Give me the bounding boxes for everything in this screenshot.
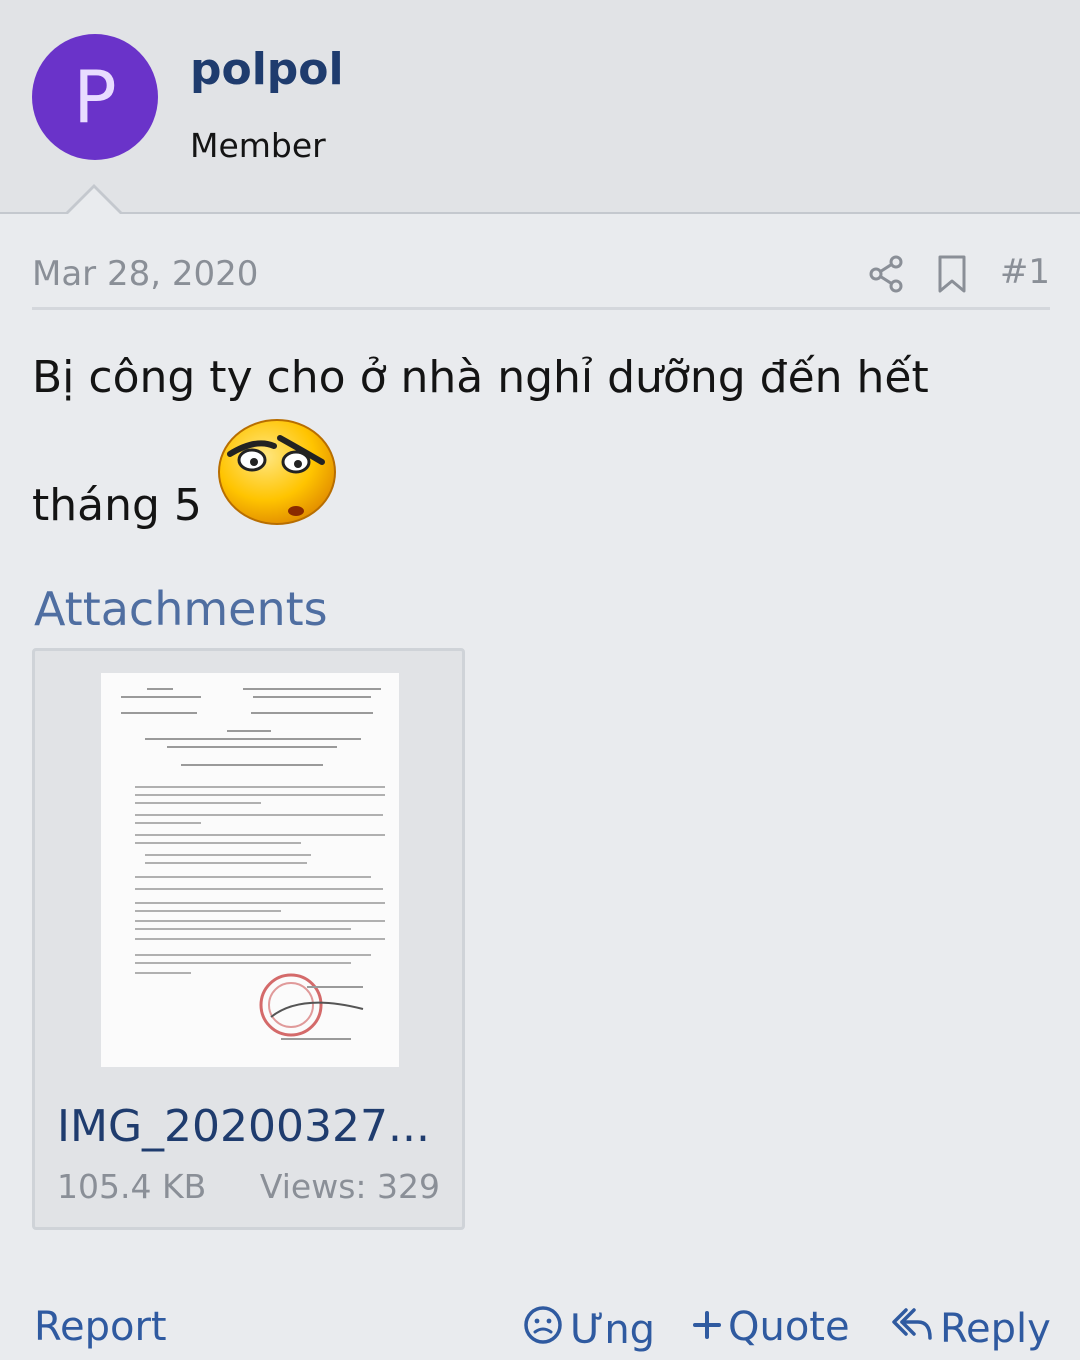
react-face-icon xyxy=(522,1304,564,1356)
report-label: Report xyxy=(34,1304,167,1350)
post-number-link[interactable]: #1 xyxy=(1000,252,1050,292)
plus-icon xyxy=(692,1304,722,1350)
sad-smiley-icon xyxy=(216,418,338,541)
reply-label: Reply xyxy=(940,1306,1051,1352)
attachment-file-size: 105.4 KB xyxy=(57,1167,207,1206)
post-date[interactable]: Mar 28, 2020 xyxy=(32,254,258,294)
share-icon[interactable] xyxy=(868,254,904,298)
attachment-card[interactable]: IMG_20200327... 105.4 KB Views: 329 xyxy=(32,648,465,1230)
attachment-thumbnail[interactable] xyxy=(101,673,399,1067)
user-title: Member xyxy=(190,126,326,165)
bookmark-icon[interactable] xyxy=(934,254,970,298)
username[interactable]: polpol xyxy=(190,44,344,95)
user-header: P polpol Member xyxy=(0,0,1080,214)
avatar[interactable]: P xyxy=(32,34,158,160)
message-text-line1: Bị công ty cho ở nhà nghỉ dưỡng đến hết xyxy=(32,352,929,403)
reply-arrow-icon xyxy=(890,1304,934,1354)
attachments-title: Attachments xyxy=(34,582,328,636)
header-pointer-inner xyxy=(66,188,122,216)
quote-button[interactable]: Quote xyxy=(692,1304,850,1350)
react-label: Ưng xyxy=(570,1307,656,1353)
quote-label: Quote xyxy=(728,1304,850,1350)
post-meta: Mar 28, 2020 #1 xyxy=(32,250,1050,310)
attachment-file-name[interactable]: IMG_20200327... xyxy=(57,1101,430,1152)
message-text-line2: tháng 5 xyxy=(32,480,202,531)
report-link[interactable]: Report xyxy=(34,1304,167,1350)
react-button[interactable]: Ưng xyxy=(522,1304,655,1356)
attachment-views: Views: 329 xyxy=(259,1167,440,1206)
reply-button[interactable]: Reply xyxy=(890,1304,1051,1354)
